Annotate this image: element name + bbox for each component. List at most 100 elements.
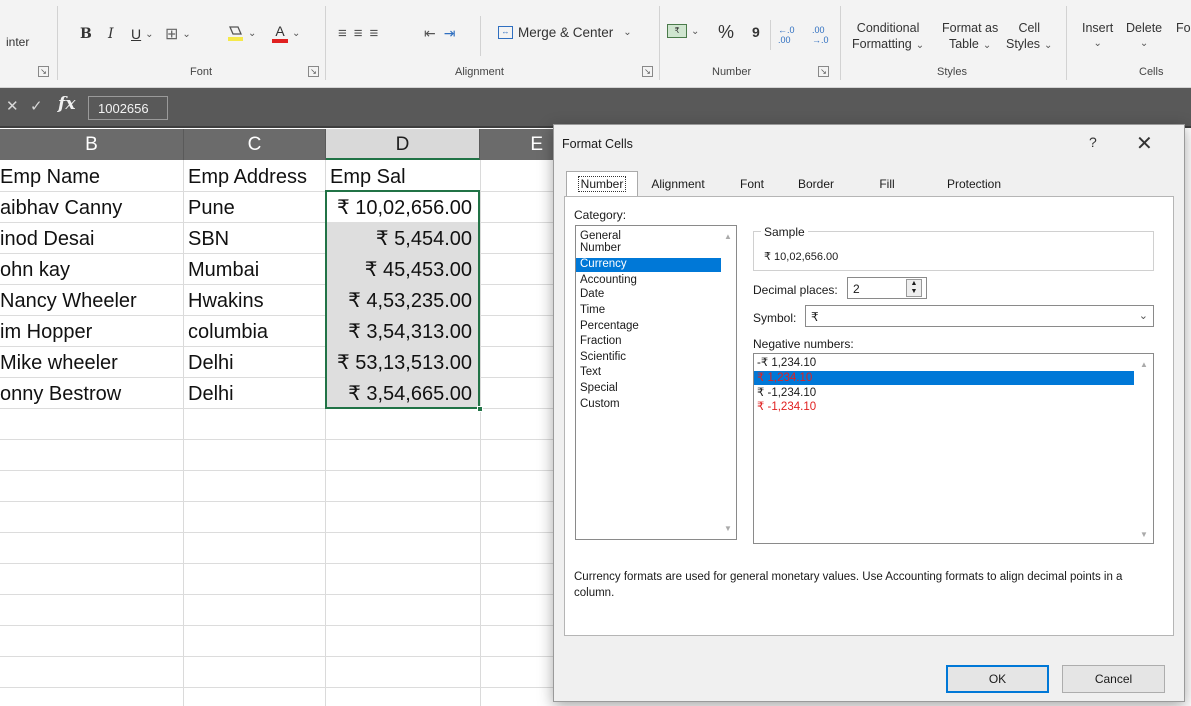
chevron-down-icon[interactable]: ⌄ <box>182 29 190 40</box>
symbol-select[interactable]: ₹ ⌄ <box>805 305 1154 327</box>
close-button[interactable]: ✕ <box>1136 131 1153 156</box>
tab-fill[interactable]: Fill <box>864 172 910 196</box>
ok-button[interactable]: OK <box>946 665 1049 693</box>
fill-color-button[interactable]: ⌄ <box>226 24 256 42</box>
cancel-icon[interactable]: ✕ <box>6 97 19 115</box>
chevron-down-icon[interactable]: ⌄ <box>1139 309 1148 322</box>
category-item[interactable]: Percentage <box>576 320 721 332</box>
chevron-down-icon[interactable]: ⌄ <box>248 28 256 39</box>
insert-function-icon[interactable]: fx <box>58 94 75 114</box>
category-item[interactable]: Text <box>576 366 721 378</box>
negative-option-selected[interactable]: ₹ 1,234.10 <box>754 371 1134 385</box>
cell-header-address[interactable]: Emp Address <box>188 162 325 193</box>
category-item-selected[interactable]: Currency <box>576 258 721 272</box>
cell-name[interactable]: onny Bestrow <box>0 379 183 410</box>
category-list[interactable]: General Number Currency Accounting Date … <box>575 225 737 540</box>
category-item[interactable]: General <box>576 230 721 242</box>
cell-address[interactable]: SBN <box>188 224 325 255</box>
bold-button[interactable]: B <box>80 26 92 42</box>
chevron-down-icon[interactable]: ⌄ <box>145 29 153 40</box>
percent-button[interactable]: % <box>718 22 734 43</box>
cell-name[interactable]: Nancy Wheeler <box>0 286 183 317</box>
align-left-icon[interactable]: ≡ <box>338 25 354 42</box>
align-center-icon[interactable]: ≡ <box>354 25 370 42</box>
decrease-decimal-button[interactable]: .00 →.0 <box>812 25 838 45</box>
scroll-up-icon[interactable]: ▲ <box>1140 360 1148 369</box>
italic-button[interactable]: I <box>108 26 114 42</box>
align-right-icon[interactable]: ≡ <box>370 25 386 42</box>
cell-salary[interactable]: ₹ 3,54,313.00 <box>326 317 478 348</box>
spin-down-icon[interactable]: ▼ <box>907 288 921 296</box>
font-color-button[interactable]: A ⌄ <box>272 24 300 43</box>
category-item[interactable]: Accounting <box>576 274 721 286</box>
enter-icon[interactable]: ✓ <box>30 97 43 115</box>
column-header-b[interactable]: B <box>0 129 184 160</box>
format-as-table-button[interactable]: Format as Table ⌄ <box>942 20 998 54</box>
cell-address[interactable]: Delhi <box>188 348 325 379</box>
delete-button[interactable]: Delete ⌄ <box>1126 20 1162 52</box>
scroll-down-icon[interactable]: ▼ <box>724 524 732 533</box>
cell-salary[interactable]: ₹ 5,454.00 <box>326 224 478 255</box>
cell-address[interactable]: Mumbai <box>188 255 325 286</box>
increase-decimal-button[interactable]: ←.0 .00 <box>778 25 804 45</box>
align-buttons[interactable]: ≡ ≡ ≡ <box>338 25 385 42</box>
tab-protection[interactable]: Protection <box>934 172 1014 196</box>
cell-name[interactable]: aibhav Canny <box>0 193 183 224</box>
tab-number[interactable]: Number <box>566 171 638 197</box>
cell-address[interactable]: Hwakins <box>188 286 325 317</box>
negative-option[interactable]: ₹ -1,234.10 <box>754 386 1134 400</box>
category-item[interactable]: Fraction <box>576 335 721 347</box>
column-header-d[interactable]: D <box>326 129 480 160</box>
merge-center-button[interactable]: ↔ Merge & Center ⌄ <box>498 25 632 40</box>
cell-name[interactable]: Mike wheeler <box>0 348 183 379</box>
cell-salary[interactable]: ₹ 53,13,513.00 <box>326 348 478 379</box>
format-painter-label[interactable]: inter <box>6 35 29 49</box>
cell-name[interactable]: ohn kay <box>0 255 183 286</box>
indent-buttons[interactable]: ⇤ ⇥ <box>424 25 463 42</box>
cell-header-salary[interactable]: Emp Sal <box>330 162 480 193</box>
cell-name[interactable]: inod Desai <box>0 224 183 255</box>
spin-up-icon[interactable]: ▲ <box>907 280 921 288</box>
scroll-up-icon[interactable]: ▲ <box>724 232 732 241</box>
clipboard-launcher-icon[interactable]: ↘ <box>38 66 49 77</box>
tab-alignment[interactable]: Alignment <box>642 172 714 196</box>
cell-address[interactable]: Pune <box>188 193 325 224</box>
insert-button[interactable]: Insert ⌄ <box>1082 20 1113 52</box>
category-item[interactable]: Scientific <box>576 351 721 363</box>
help-button[interactable]: ? <box>1089 134 1097 150</box>
column-header-e[interactable]: E <box>480 129 560 160</box>
chevron-down-icon[interactable]: ⌄ <box>691 26 699 37</box>
cell-name[interactable]: im Hopper <box>0 317 183 348</box>
font-launcher-icon[interactable]: ↘ <box>308 66 319 77</box>
cell-header-name[interactable]: Emp Name <box>0 162 183 193</box>
cell-address[interactable]: columbia <box>188 317 325 348</box>
cell-salary[interactable]: ₹ 10,02,656.00 <box>326 193 478 224</box>
cancel-button[interactable]: Cancel <box>1062 665 1165 693</box>
accounting-format-button[interactable]: ₹ ⌄ <box>667 24 699 38</box>
chevron-down-icon[interactable]: ⌄ <box>292 28 300 39</box>
decrease-indent-icon[interactable]: ⇤ <box>424 25 444 42</box>
cell-styles-button[interactable]: Cell Styles ⌄ <box>1006 20 1052 54</box>
comma-style-button[interactable]: 9 <box>752 24 760 40</box>
category-item[interactable]: Date <box>576 288 721 300</box>
format-button[interactable]: Fo <box>1176 20 1191 36</box>
negative-option[interactable]: -₹ 1,234.10 <box>754 356 1134 370</box>
chevron-down-icon[interactable]: ⌄ <box>623 27 631 38</box>
scroll-down-icon[interactable]: ▼ <box>1140 530 1148 539</box>
category-item[interactable]: Special <box>576 382 721 394</box>
underline-button[interactable]: U ⌄ <box>131 26 154 42</box>
cell-salary[interactable]: ₹ 3,54,665.00 <box>326 379 478 410</box>
column-header-c[interactable]: C <box>184 129 326 160</box>
negative-numbers-list[interactable]: -₹ 1,234.10 ₹ 1,234.10 ₹ -1,234.10 ₹ -1,… <box>753 353 1154 544</box>
increase-indent-icon[interactable]: ⇥ <box>444 25 464 42</box>
tab-border[interactable]: Border <box>786 172 846 196</box>
cell-salary[interactable]: ₹ 4,53,235.00 <box>326 286 478 317</box>
number-launcher-icon[interactable]: ↘ <box>818 66 829 77</box>
tab-font[interactable]: Font <box>726 172 778 196</box>
cell-address[interactable]: Delhi <box>188 379 325 410</box>
category-item[interactable]: Custom <box>576 398 721 410</box>
category-item[interactable]: Number <box>576 242 721 254</box>
negative-option[interactable]: ₹ -1,234.10 <box>754 400 1134 414</box>
alignment-launcher-icon[interactable]: ↘ <box>642 66 653 77</box>
conditional-formatting-button[interactable]: Conditional Formatting ⌄ <box>852 20 924 54</box>
